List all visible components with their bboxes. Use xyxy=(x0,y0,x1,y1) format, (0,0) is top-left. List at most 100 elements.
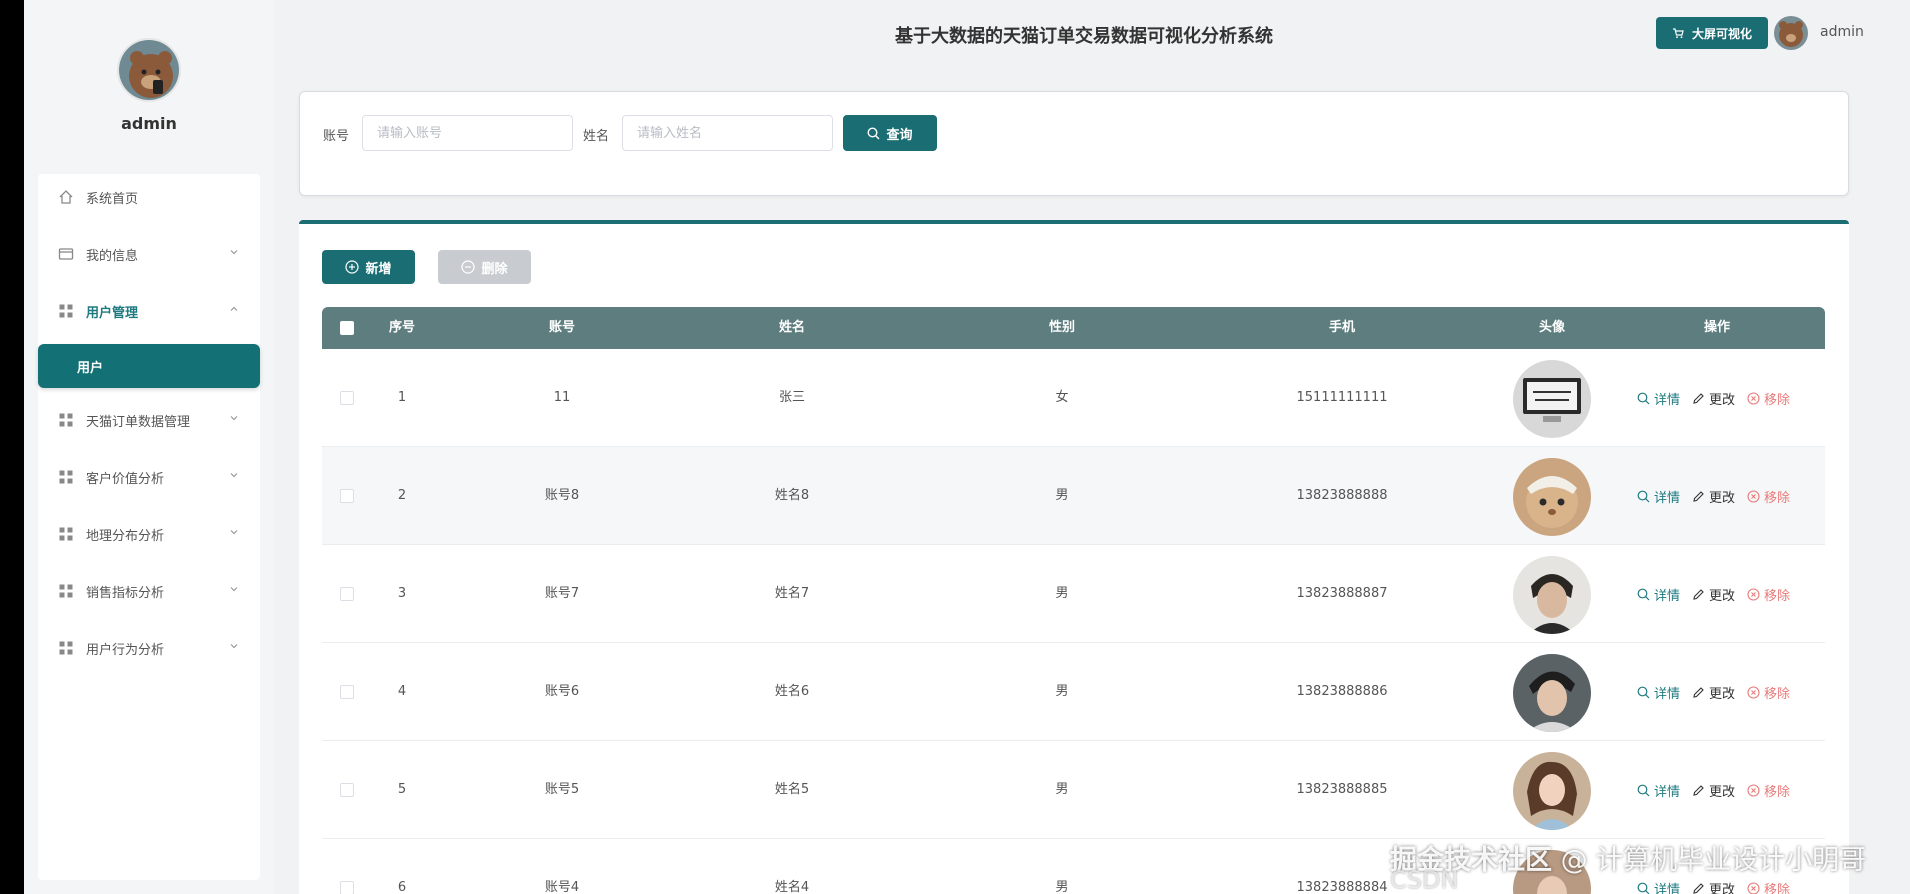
edit-button[interactable]: 更改 xyxy=(1692,781,1735,800)
row-avatar-image[interactable] xyxy=(1513,458,1591,536)
add-button[interactable]: 新增 xyxy=(322,250,415,284)
sidebar-item-my-info[interactable]: 我的信息 xyxy=(38,231,260,277)
sidebar-item-customer-value[interactable]: 客户价值分析 xyxy=(38,454,260,500)
cart-icon xyxy=(1672,28,1684,39)
grid-icon xyxy=(58,583,74,599)
header-username[interactable]: admin xyxy=(1820,24,1864,40)
sidebar-item-tmall-orders[interactable]: 天猫订单数据管理 xyxy=(38,397,260,443)
row-checkbox[interactable] xyxy=(340,489,354,503)
sidebar-item-label: 用户管理 xyxy=(86,305,139,321)
cell-gender: 女 xyxy=(1055,390,1069,405)
edit-label: 更改 xyxy=(1709,392,1736,408)
name-search-input[interactable] xyxy=(622,115,833,151)
column-header[interactable]: 手机 xyxy=(1202,307,1482,349)
remove-button[interactable]: 移除 xyxy=(1747,879,1790,894)
table-row[interactable]: 4 账号6 姓名6 男 13823888886 详情 更改 移除 xyxy=(322,643,1825,741)
edit-button[interactable]: 更改 xyxy=(1692,683,1735,702)
bigscreen-label: 大屏可视化 xyxy=(1691,26,1752,41)
pencil-icon xyxy=(1693,588,1704,600)
column-header[interactable]: 账号 xyxy=(462,307,662,349)
detail-button[interactable]: 详情 xyxy=(1637,781,1680,800)
bigscreen-button[interactable]: 大屏可视化 xyxy=(1656,17,1768,49)
sidebar-item-label: 客户价值分析 xyxy=(86,471,165,487)
cell-account: 11 xyxy=(553,390,571,405)
remove-button[interactable]: 移除 xyxy=(1747,683,1790,702)
delete-button[interactable]: 删除 xyxy=(438,250,531,284)
chevron-down-icon xyxy=(230,587,238,592)
search-icon xyxy=(1637,784,1650,796)
edit-button[interactable]: 更改 xyxy=(1692,389,1735,408)
sidebar-item-label: 地理分布分析 xyxy=(86,528,165,544)
remove-label: 移除 xyxy=(1764,490,1791,506)
column-header[interactable]: 序号 xyxy=(362,307,442,349)
detail-button[interactable]: 详情 xyxy=(1637,585,1680,604)
sidebar-item-label: 销售指标分析 xyxy=(86,585,165,601)
grid-icon xyxy=(58,640,74,656)
cell-gender: 男 xyxy=(1055,488,1069,503)
sidebar: admin 系统首页 我的信息 用户管理 天猫订单数据管理 客户价值分析 地理分… xyxy=(24,0,274,894)
search-panel: 账号 姓名 查询 xyxy=(299,91,1849,196)
chevron-down-icon xyxy=(230,530,238,535)
edit-button[interactable]: 更改 xyxy=(1692,879,1735,894)
detail-label: 详情 xyxy=(1654,490,1681,506)
account-label: 账号 xyxy=(323,129,350,144)
column-header: 操作 xyxy=(1703,320,1730,335)
sidebar-item-user-behavior[interactable]: 用户行为分析 xyxy=(38,625,260,671)
remove-button[interactable]: 移除 xyxy=(1747,389,1790,408)
edit-label: 更改 xyxy=(1709,686,1736,702)
sidebar-item-label: 我的信息 xyxy=(86,248,139,264)
row-checkbox[interactable] xyxy=(340,783,354,797)
edit-button[interactable]: 更改 xyxy=(1692,585,1735,604)
detail-button[interactable]: 详情 xyxy=(1637,879,1680,894)
close-circle-icon xyxy=(1747,783,1760,797)
row-avatar-image[interactable] xyxy=(1513,752,1591,830)
table-row[interactable]: 2 账号8 姓名8 男 13823888888 详情 更改 移除 xyxy=(322,447,1825,545)
row-avatar-image[interactable] xyxy=(1513,556,1591,634)
row-actions: 详情 更改 移除 xyxy=(1637,545,1790,643)
close-circle-icon xyxy=(1747,685,1760,699)
detail-button[interactable]: 详情 xyxy=(1637,389,1680,408)
chevron-down-icon xyxy=(230,473,238,478)
remove-label: 移除 xyxy=(1764,882,1791,894)
add-label: 新增 xyxy=(365,261,392,277)
column-header[interactable]: 姓名 xyxy=(682,307,902,349)
cell-gender: 男 xyxy=(1055,782,1069,797)
table-row[interactable]: 3 账号7 姓名7 男 13823888887 详情 更改 移除 xyxy=(322,545,1825,643)
row-checkbox[interactable] xyxy=(340,587,354,601)
table-row[interactable]: 5 账号5 姓名5 男 13823888885 详情 更改 移除 xyxy=(322,741,1825,839)
table-row[interactable]: 1 11 张三 女 15111111111 详情 更改 移除 xyxy=(322,349,1825,447)
sidebar-item-home[interactable]: 系统首页 xyxy=(38,174,260,220)
row-checkbox[interactable] xyxy=(340,391,354,405)
header-avatar[interactable] xyxy=(1774,16,1808,50)
row-avatar-image[interactable] xyxy=(1513,654,1591,732)
row-checkbox[interactable] xyxy=(340,881,354,894)
detail-button[interactable]: 详情 xyxy=(1637,487,1680,506)
select-all-checkbox[interactable] xyxy=(340,321,354,335)
cell-phone: 15111111111 xyxy=(1296,390,1388,405)
remove-button[interactable]: 移除 xyxy=(1747,585,1790,604)
query-button[interactable]: 查询 xyxy=(843,115,937,151)
sidebar-item-user-management[interactable]: 用户管理 xyxy=(38,288,260,334)
sidebar-subitem-users[interactable]: 用户 xyxy=(38,344,260,388)
grid-icon xyxy=(58,303,74,319)
account-search-input[interactable] xyxy=(362,115,573,151)
row-checkbox[interactable] xyxy=(340,685,354,699)
cell-name: 姓名6 xyxy=(774,684,810,699)
detail-label: 详情 xyxy=(1654,392,1681,408)
search-icon xyxy=(1637,882,1650,894)
detail-button[interactable]: 详情 xyxy=(1637,683,1680,702)
detail-label: 详情 xyxy=(1654,686,1681,702)
remove-button[interactable]: 移除 xyxy=(1747,781,1790,800)
column-header[interactable]: 性别 xyxy=(942,307,1182,349)
sidebar-item-geo-distribution[interactable]: 地理分布分析 xyxy=(38,511,260,557)
chevron-down-icon xyxy=(230,644,238,649)
row-avatar-image[interactable] xyxy=(1513,360,1591,438)
avatar[interactable] xyxy=(117,38,181,102)
remove-button[interactable]: 移除 xyxy=(1747,487,1790,506)
sidebar-item-sales-metrics[interactable]: 销售指标分析 xyxy=(38,568,260,614)
edit-button[interactable]: 更改 xyxy=(1692,487,1735,506)
watermark: 掘金技术社区 @ 计算机毕业设计小明哥 xyxy=(1390,838,1866,877)
search-icon xyxy=(1637,588,1650,600)
cell-phone: 13823888888 xyxy=(1296,488,1388,503)
cell-name: 姓名4 xyxy=(774,880,810,894)
